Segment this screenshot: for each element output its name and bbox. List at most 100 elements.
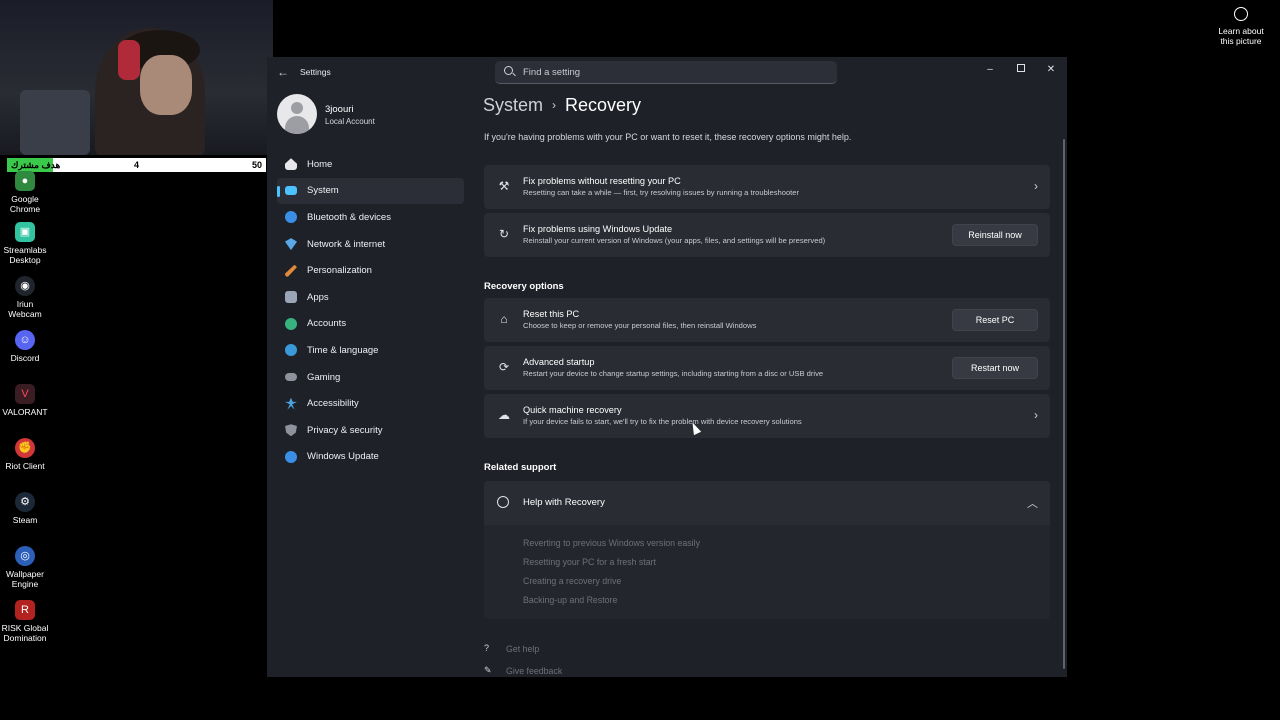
desktop-icon-label: Riot Client xyxy=(5,461,45,471)
card-desc: Reinstall your current version of Window… xyxy=(523,236,826,245)
desktop-icon-iriun[interactable]: ◉ Iriun Webcam xyxy=(0,276,50,319)
valorant-icon: V xyxy=(15,384,35,404)
close-button[interactable]: ✕ xyxy=(1036,60,1066,80)
reset-pc-button[interactable]: Reset PC xyxy=(952,309,1038,331)
recovery-options-heading: Recovery options xyxy=(484,281,564,292)
desktop-icon-label: Steam xyxy=(12,515,38,525)
maximize-button[interactable] xyxy=(1006,60,1036,80)
sidebar-item-accounts[interactable]: Accounts xyxy=(277,311,464,338)
sidebar-item-label: Gaming xyxy=(307,371,341,383)
card-fix-windows-update: ↻ Fix problems using Windows Update Rein… xyxy=(484,213,1050,257)
sidebar-item-personalization[interactable]: Personalization xyxy=(277,257,464,284)
desktop-icon-label: Discord xyxy=(10,353,40,363)
goal-max: 50 xyxy=(251,160,262,170)
chevron-up-icon: ︿ xyxy=(1027,498,1038,510)
desktop-icon-label: Google Chrome xyxy=(9,194,41,214)
sidebar-item-home[interactable]: Home xyxy=(277,151,464,178)
sidebar-item-windows-update[interactable]: Windows Update xyxy=(277,444,464,471)
desktop-icon-discord[interactable]: ☺ Discord xyxy=(0,330,50,363)
card-desc: Resetting can take a while — first, try … xyxy=(523,188,800,197)
restart-now-button[interactable]: Restart now xyxy=(952,357,1038,379)
title-bar: ← Settings – ✕ xyxy=(267,57,1067,87)
sidebar-item-label: Time & language xyxy=(307,344,379,356)
discord-icon: ☺ xyxy=(15,330,35,350)
card-title: Fix problems using Windows Update xyxy=(523,224,673,234)
card-advanced-startup: ⟳ Advanced startup Restart your device t… xyxy=(484,346,1050,390)
sidebar-item-gaming[interactable]: Gaming xyxy=(277,364,464,391)
wrench-icon: ⚒ xyxy=(498,179,510,193)
back-arrow-icon[interactable]: ← xyxy=(277,65,289,79)
card-title: Quick machine recovery xyxy=(523,405,622,415)
apps-icon xyxy=(285,291,297,304)
desktop-icon-wallpaper-engine[interactable]: ◎ Wallpaper Engine xyxy=(0,546,50,589)
help-link[interactable]: Creating a recovery drive xyxy=(523,576,621,586)
help-with-recovery-header[interactable]: Help with Recovery ︿ xyxy=(484,481,1050,525)
desktop-icon-label: RISK Global Domination xyxy=(1,623,49,643)
sidebar-item-label: Accessibility xyxy=(307,398,359,410)
learn-about-picture[interactable]: Learn about this picture xyxy=(1214,7,1268,46)
personalization-icon xyxy=(285,264,297,277)
learn-about-label: Learn about this picture xyxy=(1218,26,1264,46)
card-title: Fix problems without resetting your PC xyxy=(523,176,681,186)
accessibility-icon xyxy=(285,397,297,410)
shield-icon xyxy=(285,424,297,437)
sidebar-item-network[interactable]: Network & internet xyxy=(277,231,464,258)
refresh-icon: ↻ xyxy=(498,227,510,241)
breadcrumb: System › Recovery xyxy=(483,95,641,116)
search-input[interactable] xyxy=(521,64,825,81)
minimize-button[interactable]: – xyxy=(975,60,1005,80)
sidebar-item-label: Network & internet xyxy=(307,238,386,250)
feedback-icon: ✎ xyxy=(484,665,492,675)
globe-icon xyxy=(497,496,509,508)
reinstall-now-button[interactable]: Reinstall now xyxy=(952,224,1038,246)
sidebar-item-label: Bluetooth & devices xyxy=(307,211,391,223)
app-title: Settings xyxy=(300,67,331,77)
camera-icon xyxy=(1234,7,1248,21)
sidebar-item-label: Personalization xyxy=(307,265,372,277)
sidebar-item-label: Apps xyxy=(307,291,329,303)
sidebar-item-privacy-security[interactable]: Privacy & security xyxy=(277,417,464,444)
sidebar-item-system[interactable]: System xyxy=(277,177,464,205)
desktop-icon-steam[interactable]: ⚙ Steam xyxy=(0,492,50,525)
accounts-icon xyxy=(285,317,297,330)
card-title: Reset this PC xyxy=(523,309,580,319)
system-icon xyxy=(285,186,297,196)
help-link[interactable]: Resetting your PC for a fresh start xyxy=(523,557,656,567)
card-fix-without-reset[interactable]: ⚒ Fix problems without resetting your PC… xyxy=(484,165,1050,209)
bluetooth-icon xyxy=(285,211,297,224)
scrollbar[interactable] xyxy=(1063,139,1065,669)
sidebar-item-apps[interactable]: Apps xyxy=(277,284,464,311)
wallpaper-engine-icon: ◎ xyxy=(15,546,35,566)
breadcrumb-separator-icon: › xyxy=(552,98,557,112)
help-link[interactable]: Backing-up and Restore xyxy=(523,595,617,605)
desktop-icon-chrome[interactable]: ● Google Chrome xyxy=(0,171,50,214)
card-title: Advanced startup xyxy=(523,357,595,367)
help-link[interactable]: Reverting to previous Windows version ea… xyxy=(523,538,700,548)
card-reset-pc: ⌂ Reset this PC Choose to keep or remove… xyxy=(484,298,1050,342)
goal-label: هدف مشترك xyxy=(11,159,61,170)
sidebar-item-time-language[interactable]: Time & language xyxy=(277,337,464,364)
desktop-icon-label: Streamlabs Desktop xyxy=(3,245,47,265)
desktop-icon-riot[interactable]: ✊ Riot Client xyxy=(0,438,50,471)
avatar-head xyxy=(291,102,303,114)
desktop-icon-valorant[interactable]: V VALORANT xyxy=(0,384,50,417)
chevron-right-icon: › xyxy=(1034,408,1038,422)
profile[interactable]: 3joouri Local Account xyxy=(277,94,467,134)
desktop-icon-label: Iriun Webcam xyxy=(8,299,42,319)
search-box[interactable] xyxy=(495,61,837,84)
goal-bar: هدف مشترك 4 50 xyxy=(7,158,266,172)
intro-text: If you're having problems with your PC o… xyxy=(484,132,852,142)
sidebar-item-label: System xyxy=(307,185,339,197)
breadcrumb-parent[interactable]: System xyxy=(483,95,543,115)
sidebar-item-bluetooth[interactable]: Bluetooth & devices xyxy=(277,204,464,231)
desktop-icon-streamlabs[interactable]: ▣ Streamlabs Desktop xyxy=(0,222,50,265)
avatar xyxy=(277,94,317,134)
get-help-link[interactable]: Get help xyxy=(506,644,539,654)
card-quick-machine-recovery[interactable]: ☁ Quick machine recovery If your device … xyxy=(484,394,1050,438)
sidebar-item-accessibility[interactable]: Accessibility xyxy=(277,390,464,417)
give-feedback-link[interactable]: Give feedback xyxy=(506,666,562,676)
sidebar-nav: Home System Bluetooth & devices Network … xyxy=(277,151,464,470)
related-support-heading: Related support xyxy=(484,462,557,473)
desktop-icon-risk[interactable]: R RISK Global Domination xyxy=(0,600,50,643)
chrome-icon: ● xyxy=(15,171,35,191)
